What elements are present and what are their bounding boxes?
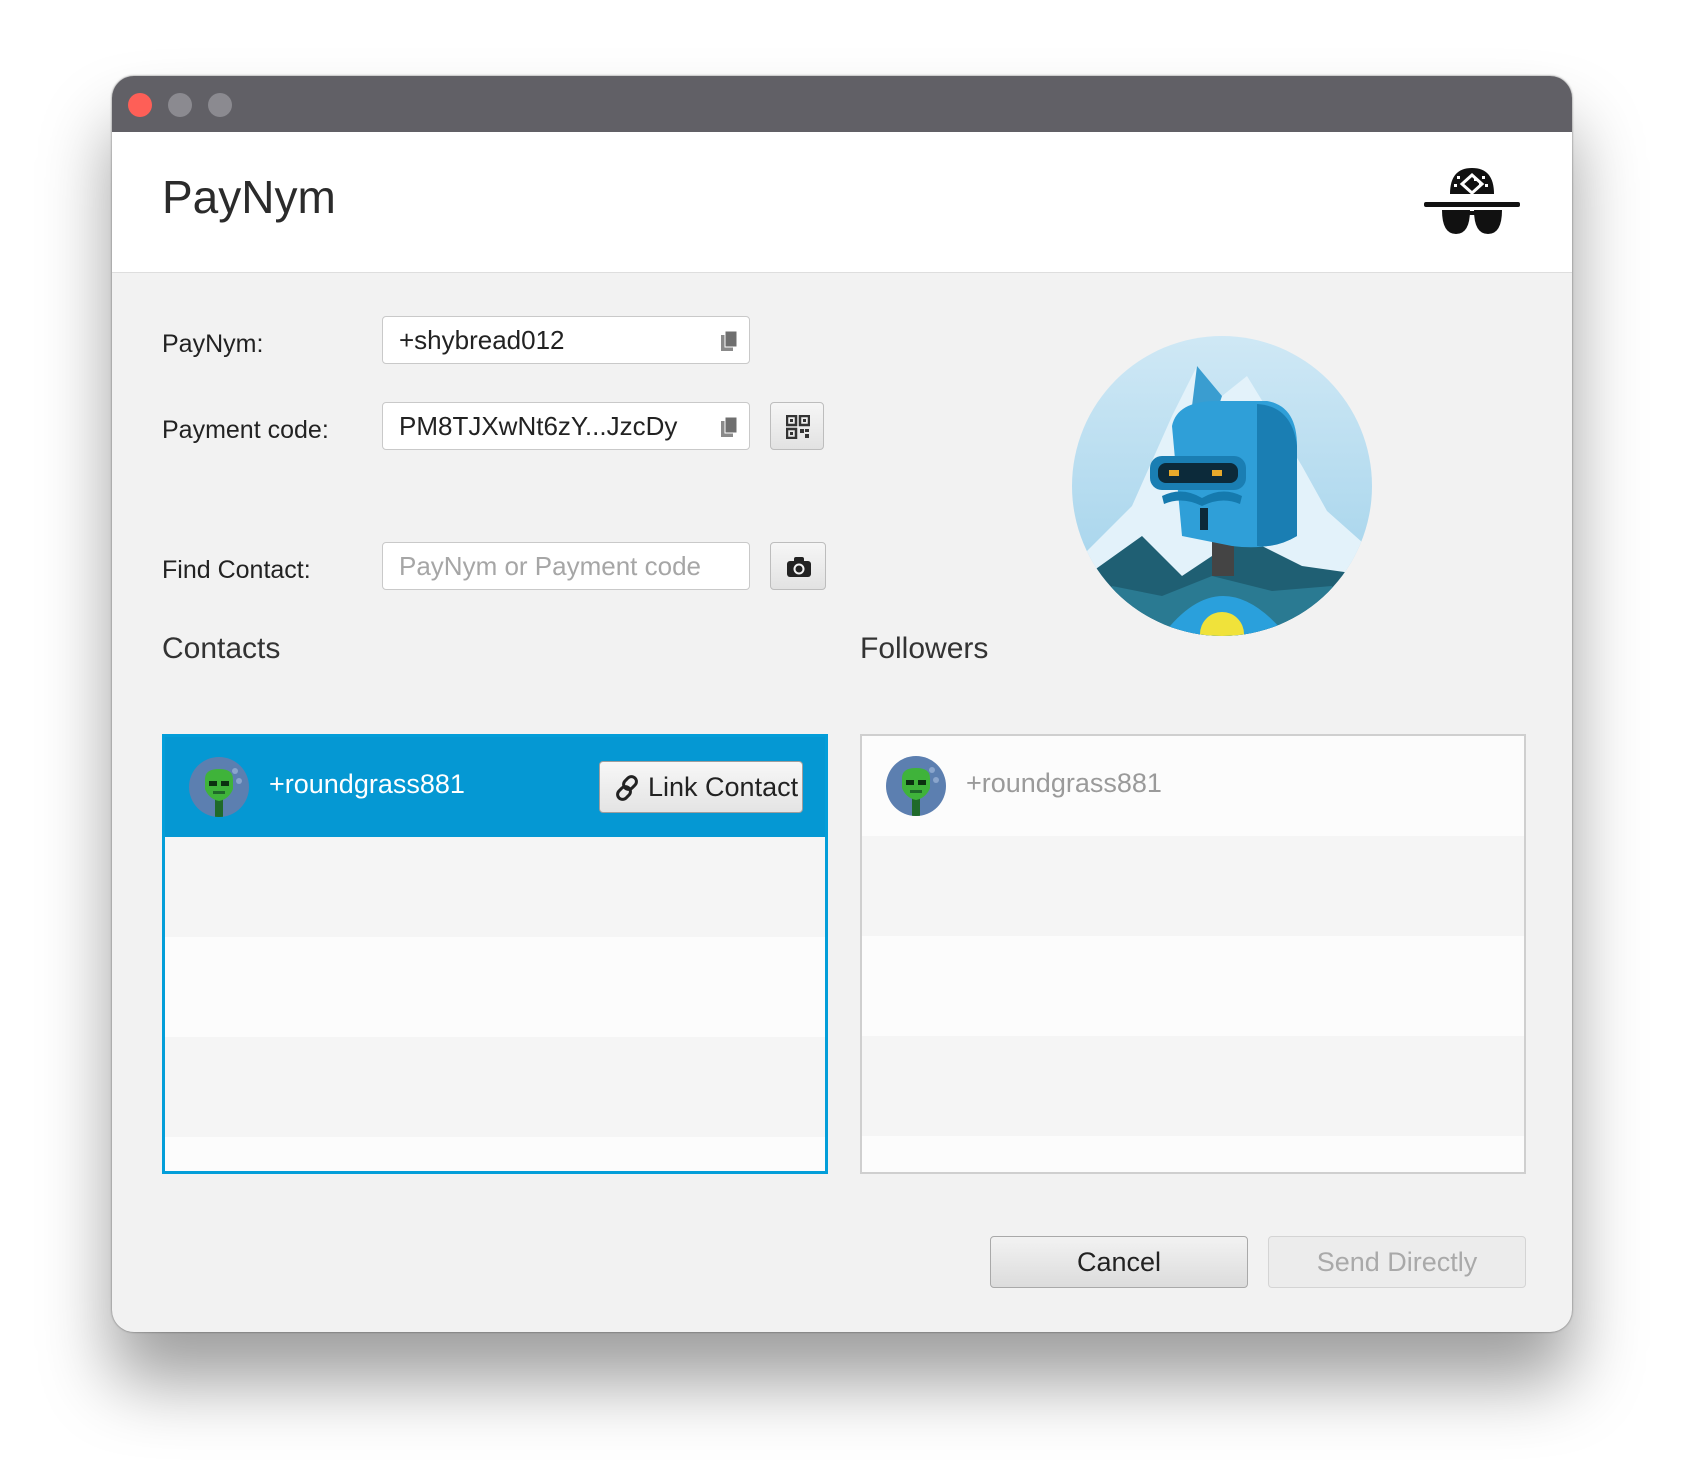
spy-hat-icon: [1424, 168, 1520, 234]
contact-nym: +roundgrass881: [269, 769, 465, 799]
empty-row: [862, 836, 1524, 936]
send-directly-button[interactable]: Send Directly: [1268, 1236, 1526, 1288]
dialog-title: PayNym: [162, 171, 336, 223]
follower-nym: +roundgrass881: [966, 768, 1162, 798]
payment-code-field[interactable]: PM8TJXwNt6zY...JzcDy: [382, 402, 750, 450]
followers-heading: Followers: [860, 632, 989, 665]
list-item[interactable]: +roundgrass881: [862, 736, 1524, 836]
payment-code-value: PM8TJXwNt6zY...JzcDy: [399, 411, 678, 441]
link-contact-label: Link Contact: [648, 772, 799, 802]
empty-row: [862, 1036, 1524, 1136]
contacts-heading: Contacts: [162, 632, 281, 665]
find-contact-label: Find Contact:: [162, 556, 311, 584]
link-contact-button[interactable]: Link Contact: [599, 761, 803, 813]
follower-avatar: [886, 756, 946, 816]
show-qr-button[interactable]: [770, 402, 824, 450]
empty-row: [165, 937, 825, 1037]
copy-icon[interactable]: [721, 417, 739, 437]
minimize-window-button[interactable]: [168, 93, 192, 117]
paynym-field[interactable]: +shybread012: [382, 316, 750, 364]
title-bar: [112, 76, 1572, 132]
copy-icon[interactable]: [721, 331, 739, 351]
cancel-button[interactable]: Cancel: [990, 1236, 1248, 1288]
scan-qr-button[interactable]: [770, 542, 826, 590]
camera-icon: [787, 557, 811, 577]
paynym-avatar: [1072, 336, 1372, 636]
empty-row: [862, 1136, 1524, 1172]
paynym-dialog: PayNym PayNym: +shybread012 Payment code…: [112, 76, 1572, 1332]
find-contact-input[interactable]: [382, 542, 750, 590]
qr-code-icon: [786, 415, 810, 439]
followers-list[interactable]: +roundgrass881: [860, 734, 1526, 1174]
close-window-button[interactable]: [128, 93, 152, 117]
paynym-label: PayNym:: [162, 330, 264, 358]
maximize-window-button[interactable]: [208, 93, 232, 117]
empty-row: [165, 837, 825, 937]
contact-avatar: [189, 757, 249, 817]
dialog-header: PayNym: [112, 132, 1572, 273]
empty-row: [165, 1037, 825, 1137]
list-item[interactable]: +roundgrass881 Link Contact: [165, 737, 825, 837]
contacts-list[interactable]: +roundgrass881 Link Contact: [162, 734, 828, 1174]
empty-row: [165, 1137, 825, 1171]
payment-code-label: Payment code:: [162, 416, 329, 444]
paynym-value: +shybread012: [399, 325, 565, 355]
link-icon: [616, 775, 638, 801]
empty-row: [862, 936, 1524, 1036]
